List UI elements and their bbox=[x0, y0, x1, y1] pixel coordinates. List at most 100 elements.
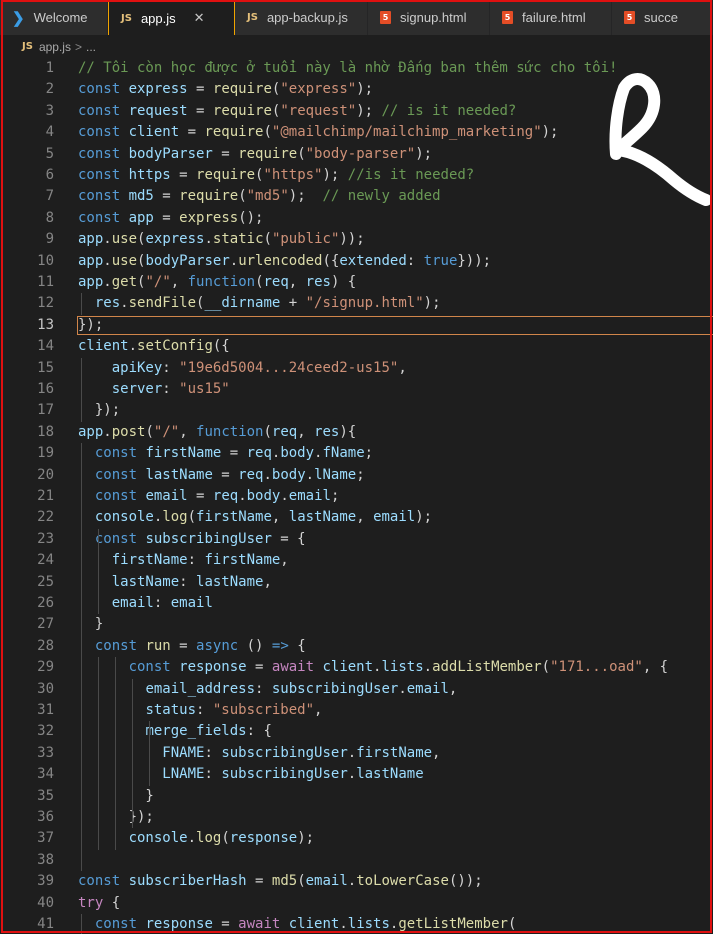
code-text[interactable]: const subscribingUser = { bbox=[78, 529, 306, 550]
tab-app-js[interactable]: JS app.js ✕ bbox=[108, 0, 235, 35]
code-text[interactable]: firstName: firstName, bbox=[78, 550, 289, 571]
code-line[interactable]: 31 status: "subscribed", bbox=[0, 700, 713, 721]
code-text[interactable]: try { bbox=[78, 893, 120, 914]
code-text[interactable]: }); bbox=[78, 400, 120, 421]
code-line[interactable]: 24 firstName: firstName, bbox=[0, 550, 713, 571]
code-line[interactable]: 36 }); bbox=[0, 807, 713, 828]
code-text[interactable]: const app = express(); bbox=[78, 208, 263, 229]
code-line[interactable]: 32 merge_fields: { bbox=[0, 721, 713, 742]
code-token: apiKey bbox=[111, 359, 163, 376]
breadcrumb-file[interactable]: app.js bbox=[39, 40, 71, 54]
code-token: firstName bbox=[196, 509, 272, 526]
code-line[interactable]: 15 apiKey: "19e6d5004...24ceed2-us15", bbox=[0, 358, 713, 379]
breadcrumb-separator: > bbox=[74, 39, 82, 54]
code-text[interactable]: }); bbox=[78, 315, 103, 336]
code-line[interactable]: 19 const firstName = req.body.fName; bbox=[0, 443, 713, 464]
code-line[interactable]: 22 console.log(firstName, lastName, emai… bbox=[0, 507, 713, 528]
code-line[interactable]: 20 const lastName = req.body.lName; bbox=[0, 465, 713, 486]
code-text[interactable]: server: "us15" bbox=[78, 379, 230, 400]
code-line[interactable]: 12 res.sendFile(__dirname + "/signup.htm… bbox=[0, 293, 713, 314]
code-line[interactable]: 23 const subscribingUser = { bbox=[0, 529, 713, 550]
code-token: express bbox=[128, 81, 188, 98]
code-token: post bbox=[111, 423, 146, 440]
code-text[interactable]: res.sendFile(__dirname + "/signup.html")… bbox=[78, 293, 441, 314]
code-line[interactable]: 16 server: "us15" bbox=[0, 379, 713, 400]
code-text[interactable]: LNAME: subscribingUser.lastName bbox=[78, 764, 423, 785]
code-line[interactable]: 29 const response = await client.lists.a… bbox=[0, 657, 713, 678]
code-text[interactable]: email_address: subscribingUser.email, bbox=[78, 679, 457, 700]
code-text[interactable]: console.log(response); bbox=[78, 828, 314, 849]
indent-guide bbox=[81, 293, 82, 315]
code-text[interactable]: const run = async () => { bbox=[78, 636, 306, 657]
code-text[interactable]: const response = await client.lists.addL… bbox=[78, 657, 669, 678]
code-line[interactable]: 13}); bbox=[0, 315, 713, 336]
code-line[interactable]: 40 try { bbox=[0, 893, 713, 914]
code-line[interactable]: 41 const response = await client.lists.g… bbox=[0, 914, 713, 934]
code-token: lastName bbox=[145, 466, 213, 483]
code-text[interactable]: const request = require("request"); // i… bbox=[78, 101, 516, 122]
code-text[interactable]: const subscriberHash = md5(email.toLower… bbox=[78, 871, 483, 892]
tab-welcome[interactable]: ❯ Welcome bbox=[0, 0, 108, 35]
code-token: . bbox=[103, 423, 112, 440]
code-text[interactable]: const express = require("express"); bbox=[78, 79, 373, 100]
code-token: body bbox=[246, 488, 281, 504]
code-line[interactable]: 33 FNAME: subscribingUser.firstName, bbox=[0, 743, 713, 764]
code-token: const bbox=[128, 659, 180, 676]
code-text[interactable]: lastName: lastName, bbox=[78, 572, 272, 593]
code-line[interactable]: 30 email_address: subscribingUser.email, bbox=[0, 679, 713, 700]
code-line[interactable]: 35 } bbox=[0, 786, 713, 807]
code-text[interactable]: apiKey: "19e6d5004...24ceed2-us15", bbox=[78, 358, 407, 379]
code-token: }); bbox=[78, 316, 104, 333]
line-number: 16 bbox=[37, 381, 54, 397]
code-line[interactable]: 25 lastName: lastName, bbox=[0, 572, 713, 593]
code-line[interactable]: 28 const run = async () => { bbox=[0, 636, 713, 657]
tab-failure-html[interactable]: 5 failure.html bbox=[490, 0, 612, 35]
line-number: 35 bbox=[37, 787, 54, 804]
code-text[interactable]: const lastName = req.body.lName; bbox=[78, 465, 365, 486]
code-text[interactable]: app.use(bodyParser.urlencoded({extended:… bbox=[78, 251, 491, 272]
code-line[interactable]: 11 app.get("/", function(req, res) { bbox=[0, 272, 713, 293]
breadcrumb-symbol[interactable]: ... bbox=[86, 40, 96, 54]
code-line[interactable]: 26 email: email bbox=[0, 593, 713, 614]
indent-guide bbox=[98, 657, 99, 850]
breadcrumb[interactable]: JS app.js > ... bbox=[0, 35, 713, 58]
code-line[interactable]: 18 app.post("/", function(req, res){ bbox=[0, 422, 713, 443]
code-text[interactable]: const email = req.body.email; bbox=[78, 486, 340, 507]
code-text[interactable]: merge_fields: { bbox=[78, 721, 271, 742]
code-text[interactable]: app.use(express.static("public")); bbox=[78, 229, 365, 250]
tab-app-backup-js[interactable]: JS app-backup.js bbox=[235, 0, 368, 35]
code-line[interactable]: 9 app.use(express.static("public")); bbox=[0, 229, 713, 250]
code-text[interactable]: const https = require("https"); //is it … bbox=[78, 165, 474, 186]
code-token: req bbox=[271, 423, 298, 440]
code-text[interactable]: const response = await client.lists.getL… bbox=[78, 914, 517, 934]
code-text[interactable]: console.log(firstName, lastName, email); bbox=[78, 507, 432, 528]
tab-signup-html[interactable]: 5 signup.html bbox=[368, 0, 490, 35]
code-token: subscribingUser bbox=[145, 530, 272, 547]
code-text[interactable]: app.get("/", function(req, res) { bbox=[78, 272, 356, 293]
code-line[interactable]: 10 app.use(bodyParser.urlencoded({extende… bbox=[0, 251, 713, 272]
code-token: . bbox=[229, 252, 239, 269]
code-text[interactable]: const firstName = req.body.fName; bbox=[78, 443, 373, 464]
code-token: subscriberHash bbox=[128, 873, 247, 890]
code-text[interactable]: // Tôi còn học được ở tuổi này là nhờ Đấ… bbox=[78, 58, 617, 79]
code-line[interactable]: 38 bbox=[0, 850, 713, 871]
code-text[interactable]: const bodyParser = require("body-parser"… bbox=[78, 144, 432, 165]
code-text[interactable]: client.setConfig({ bbox=[78, 336, 230, 357]
code-line[interactable]: 21 const email = req.body.email; bbox=[0, 486, 713, 507]
code-line[interactable]: 27 } bbox=[0, 614, 713, 635]
code-line[interactable]: 34 LNAME: subscribingUser.lastName bbox=[0, 764, 713, 785]
close-icon[interactable]: ✕ bbox=[194, 10, 205, 26]
code-text[interactable]: const md5 = require("md5"); // newly add… bbox=[78, 186, 441, 207]
code-token: , bbox=[432, 744, 441, 761]
code-token: . bbox=[263, 466, 272, 483]
code-token: = bbox=[179, 124, 205, 141]
code-line[interactable]: 17 }); bbox=[0, 400, 713, 421]
code-line[interactable]: 8 const app = express(); bbox=[0, 208, 713, 229]
tab-succe[interactable]: 5 succe bbox=[612, 0, 712, 35]
code-line[interactable]: 14 client.setConfig({ bbox=[0, 336, 713, 357]
code-line[interactable]: 37 console.log(response); bbox=[0, 828, 713, 849]
code-text[interactable]: const client = require("@mailchimp/mailc… bbox=[78, 122, 558, 143]
code-line[interactable]: 39 const subscriberHash = md5(email.toLow… bbox=[0, 871, 713, 892]
code-text[interactable]: app.post("/", function(req, res){ bbox=[78, 422, 356, 443]
code-token: server bbox=[111, 381, 163, 397]
